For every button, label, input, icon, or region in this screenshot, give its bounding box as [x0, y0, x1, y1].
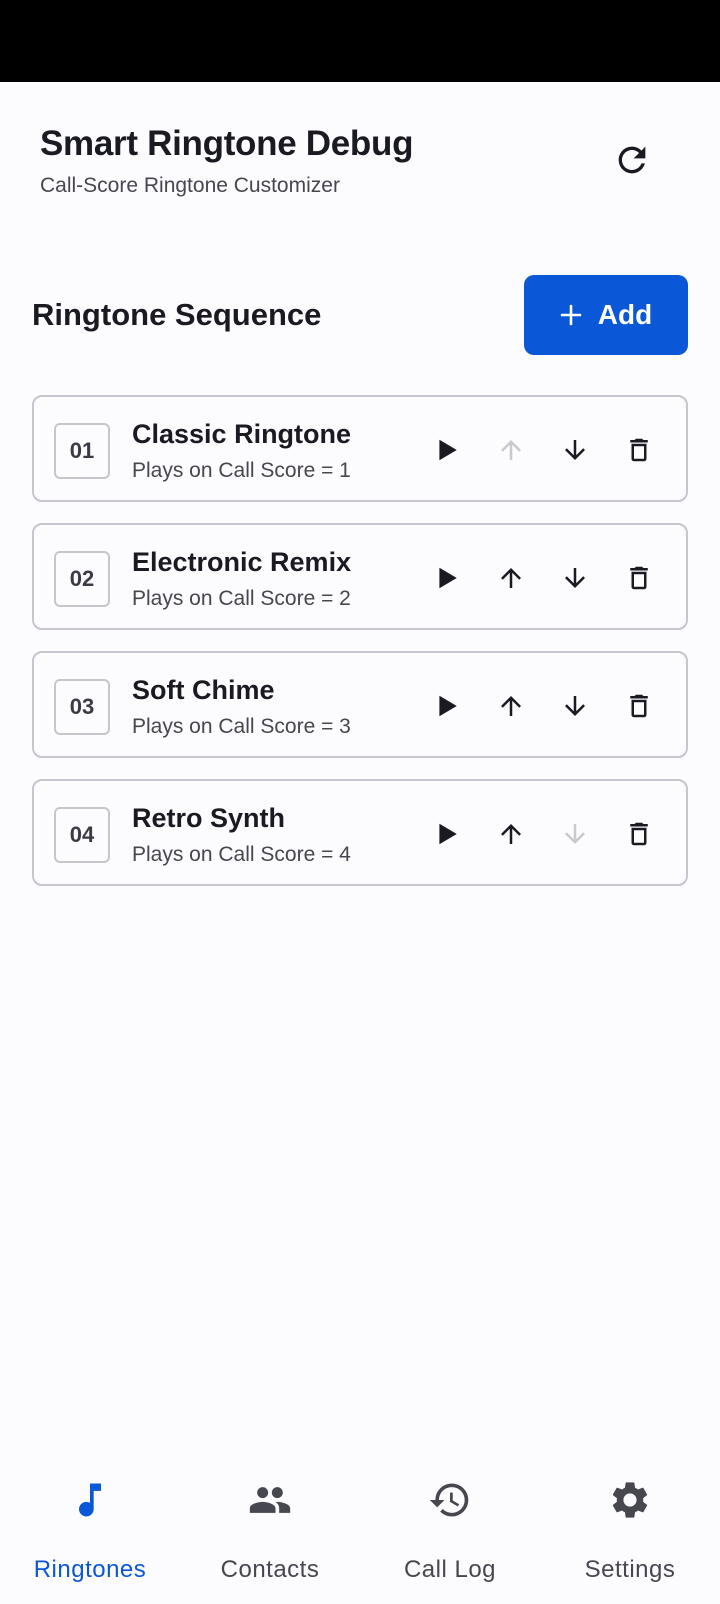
move-down-button[interactable]	[552, 555, 598, 601]
trash-icon	[630, 438, 648, 462]
ringtone-number: 02	[54, 551, 110, 607]
ringtone-name: Classic Ringtone	[132, 419, 352, 449]
history-icon	[429, 1483, 469, 1517]
app-subtitle: Call-Score Ringtone Customizer	[40, 174, 340, 197]
move-down-button[interactable]	[552, 683, 598, 729]
plus-icon	[560, 304, 582, 326]
ringtone-name: Electronic Remix	[132, 547, 352, 577]
nav-item-call-log[interactable]: Call Log	[360, 1460, 540, 1604]
ringtone-description: Plays on Call Score = 2	[132, 587, 351, 610]
play-icon	[439, 439, 457, 461]
move-up-button[interactable]	[488, 683, 534, 729]
play-icon	[439, 823, 457, 845]
arrow-down-icon	[565, 696, 585, 716]
arrow-down-icon	[565, 568, 585, 588]
status-bar	[0, 0, 720, 82]
app-header: Smart Ringtone Debug Call-Score Ringtone…	[0, 82, 720, 232]
people-icon	[249, 1487, 291, 1513]
move-down-button[interactable]	[552, 811, 598, 857]
ringtone-list: 01 Classic Ringtone Plays on Call Score …	[32, 395, 688, 907]
play-button[interactable]	[424, 683, 470, 729]
play-button[interactable]	[424, 811, 470, 857]
refresh-button[interactable]	[604, 132, 660, 188]
add-ringtone-button[interactable]: Add	[524, 275, 688, 355]
section-title: Ringtone Sequence	[32, 297, 322, 332]
delete-button[interactable]	[616, 427, 662, 473]
nav-item-contacts[interactable]: Contacts	[180, 1460, 360, 1604]
delete-button[interactable]	[616, 683, 662, 729]
move-down-button[interactable]	[552, 427, 598, 473]
ringtone-card: 02 Electronic Remix Plays on Call Score …	[32, 523, 688, 630]
play-button[interactable]	[424, 555, 470, 601]
add-button-label: Add	[597, 299, 653, 330]
play-icon	[439, 567, 457, 589]
music-note-icon	[79, 1483, 101, 1517]
ringtone-card: 01 Classic Ringtone Plays on Call Score …	[32, 395, 688, 502]
move-up-button[interactable]	[488, 555, 534, 601]
ringtone-name: Soft Chime	[132, 675, 275, 705]
arrow-up-icon	[501, 568, 521, 588]
delete-button[interactable]	[616, 555, 662, 601]
play-button[interactable]	[424, 427, 470, 473]
app-title: Smart Ringtone Debug	[40, 124, 414, 163]
arrow-up-icon	[501, 824, 521, 844]
nav-item-ringtones[interactable]: Ringtones	[0, 1460, 180, 1604]
nav-label: Ringtones	[33, 1556, 147, 1583]
trash-icon	[630, 822, 648, 846]
bottom-navigation: Ringtones Contacts Call Log Settings	[0, 1460, 720, 1604]
nav-label: Contacts	[220, 1556, 320, 1583]
arrow-up-icon	[501, 696, 521, 716]
arrow-down-icon	[565, 824, 585, 844]
move-up-button[interactable]	[488, 427, 534, 473]
ringtone-number: 04	[54, 807, 110, 863]
move-up-button[interactable]	[488, 811, 534, 857]
ringtone-card: 04 Retro Synth Plays on Call Score = 4	[32, 779, 688, 886]
gear-icon	[612, 1482, 648, 1518]
ringtone-name: Retro Synth	[132, 803, 286, 833]
play-icon	[439, 695, 457, 717]
ringtone-description: Plays on Call Score = 1	[132, 459, 351, 482]
ringtone-number: 01	[54, 423, 110, 479]
nav-item-settings[interactable]: Settings	[540, 1460, 720, 1604]
delete-button[interactable]	[616, 811, 662, 857]
refresh-icon	[618, 146, 646, 174]
ringtone-description: Plays on Call Score = 3	[132, 715, 351, 738]
ringtone-number: 03	[54, 679, 110, 735]
arrow-down-icon	[565, 440, 585, 460]
ringtone-card: 03 Soft Chime Plays on Call Score = 3	[32, 651, 688, 758]
trash-icon	[630, 566, 648, 590]
trash-icon	[630, 694, 648, 718]
arrow-up-icon	[501, 440, 521, 460]
nav-label: Settings	[584, 1556, 676, 1583]
nav-label: Call Log	[403, 1556, 497, 1583]
ringtone-description: Plays on Call Score = 4	[132, 843, 351, 866]
